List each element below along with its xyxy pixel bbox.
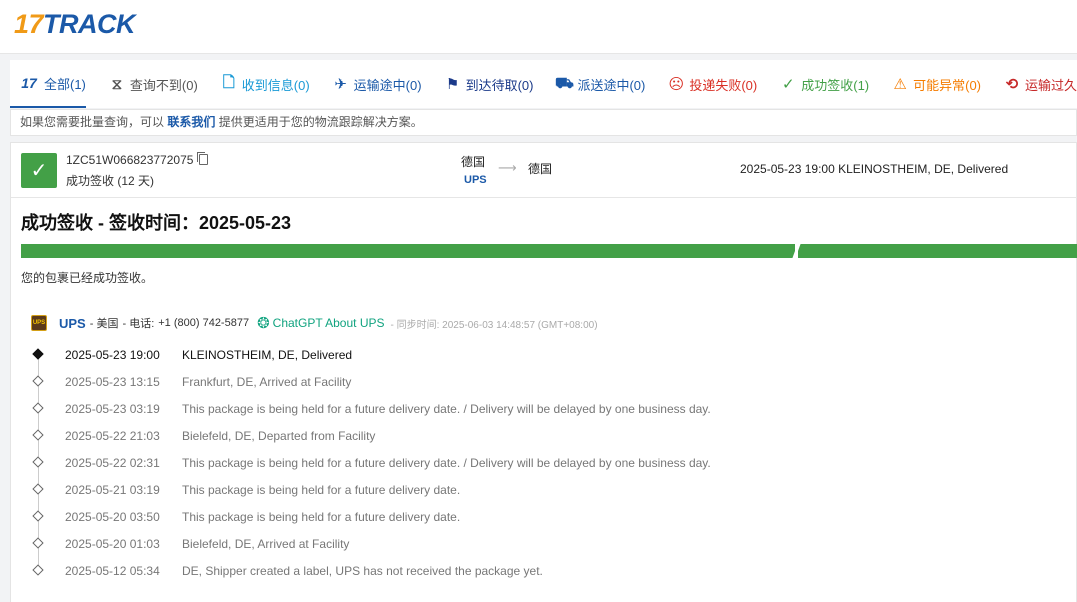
event-description: Bielefeld, DE, Arrived at Facility: [182, 536, 350, 551]
tab-7[interactable]: ✓ 成功签收(1): [779, 60, 869, 108]
sync-time: - 同步时间: 2025-06-03 14:48:57 (GMT+08:00): [390, 319, 598, 331]
carrier-country: - 美国: [89, 318, 119, 330]
chatgpt-about-ups-link[interactable]: ChatGPT About UPS: [273, 316, 385, 330]
phone-label: - 电话:: [122, 318, 155, 330]
event-time: 2025-05-21 03:19: [65, 482, 160, 497]
tracking-number: 1ZC51W066823772075: [66, 152, 209, 167]
tracking-number-text: 1ZC51W066823772075: [66, 153, 194, 167]
carrier-name-link[interactable]: UPS: [59, 316, 86, 331]
event-time: 2025-05-23 13:15: [65, 374, 160, 389]
status-tabs: 17 全部(1) ⧖ 查询不到(0) 🗋 收到信息(0) ✈ 运输途中(0) ⚑ 到达待取(0) ⛟…: [10, 60, 1077, 108]
tab-label: 运输过久(0): [1025, 77, 1077, 93]
delivered-check-icon: ✓: [21, 153, 57, 188]
tab-9[interactable]: ⟲ 运输过久(0): [1003, 60, 1077, 108]
event-time: 2025-05-12 05:34: [65, 563, 160, 578]
event-description: KLEINOSTHEIM, DE, Delivered: [182, 347, 353, 362]
event-time: 2025-05-20 01:03: [65, 536, 160, 551]
timeline-dot-icon: [32, 510, 44, 522]
ups-logo-icon: UPS: [31, 315, 47, 331]
progress-segment-2: [798, 244, 1077, 258]
event-description: Bielefeld, DE, Departed from Facility: [182, 428, 376, 443]
tab-icon: ⧖: [111, 75, 123, 93]
tab-icon: ✓: [781, 76, 795, 93]
timeline-dot-icon: [32, 456, 44, 468]
logo-word: TRACK: [43, 9, 136, 39]
last-event-summary: 2025-05-23 19:00 KLEINOSTHEIM, DE, Deliv…: [740, 162, 1009, 176]
status-days: 成功签收 (12 天): [66, 174, 155, 188]
tracking-summary-row[interactable]: ✓ 1ZC51W066823772075 成功签收 (12 天) 德国 UPS …: [11, 143, 1077, 198]
tab-label: 可能异常(0): [913, 77, 982, 93]
timeline-dot-icon: [32, 564, 44, 576]
chatgpt-icon: ❂: [257, 315, 270, 332]
tab-label: 成功签收(1): [801, 77, 870, 93]
tab-label: 运输途中(0): [353, 77, 422, 93]
event-description: This package is being held for a future …: [182, 482, 461, 497]
delivery-title: 成功签收 - 签收时间：2025-05-23: [21, 213, 292, 233]
tab-icon: ⚑: [445, 76, 460, 93]
tab-5[interactable]: ⛟ 派送途中(0): [555, 60, 645, 108]
event-description: This package is being held for a future …: [182, 509, 461, 524]
delivered-message: 您的包裹已经成功签收。: [21, 271, 154, 285]
event-description: This package is being held for a future …: [182, 455, 711, 470]
timeline-dot-icon: [32, 375, 44, 387]
progress-bar: [21, 244, 1077, 258]
event-time: 2025-05-23 19:00: [65, 347, 160, 362]
top-header: 17 TRACK: [0, 0, 1077, 54]
tab-icon: ✈: [334, 76, 347, 93]
tab-label: 查询不到(0): [129, 77, 198, 93]
event-description: Frankfurt, DE, Arrived at Facility: [182, 374, 352, 389]
contact-us-link[interactable]: 联系我们: [167, 115, 215, 129]
event-time: 2025-05-20 03:50: [65, 509, 160, 524]
timeline-dot-icon: [32, 537, 44, 549]
event-time: 2025-05-23 03:19: [65, 401, 160, 416]
tab-icon: ⟲: [1005, 76, 1019, 93]
notice-text-before: 如果您需要批量查询，可以: [20, 115, 168, 129]
progress-segment-1: [21, 244, 795, 258]
tracking-card: ✓ 1ZC51W066823772075 成功签收 (12 天) 德国 UPS …: [10, 142, 1077, 602]
tab-icon: 🗋: [222, 73, 235, 91]
tab-1[interactable]: ⧖ 查询不到(0): [108, 60, 198, 108]
tab-8[interactable]: ⚠ 可能异常(0): [891, 60, 981, 108]
tab-icon: ☹: [668, 76, 685, 93]
event-description: This package is being held for a future …: [182, 401, 711, 416]
tab-4[interactable]: ⚑ 到达待取(0): [444, 60, 534, 108]
tab-0[interactable]: 17 全部(1): [10, 60, 86, 108]
tab-2[interactable]: 🗋 收到信息(0): [220, 60, 310, 108]
timeline-dot-icon: [32, 402, 44, 414]
carrier-phone: +1 (800) 742-5877: [158, 317, 250, 329]
carrier-short-label: UPS: [464, 174, 487, 186]
event-time: 2025-05-22 02:31: [65, 455, 160, 470]
batch-notice: 如果您需要批量查询，可以 联系我们 提供更适用于您的物流跟踪解决方案。: [10, 109, 1077, 136]
carrier-info-row: UPS UPS - 美国 - 电话: +1 (800) 742-5877 ❂ C…: [31, 313, 598, 333]
event-description: DE, Shipper created a label, UPS has not…: [182, 563, 543, 578]
copy-icon[interactable]: [197, 152, 209, 165]
tab-label: 收到信息(0): [241, 77, 310, 93]
tab-label: 全部(1): [44, 76, 86, 92]
timeline-dot-icon: [32, 348, 44, 360]
tab-label: 投递失败(0): [689, 77, 758, 93]
tab-icon: ⚠: [893, 76, 907, 93]
tab-6[interactable]: ☹ 投递失败(0): [667, 60, 758, 108]
notice-text-after: 提供更适用于您的物流跟踪解决方案。: [215, 115, 423, 129]
timeline-dot-icon: [32, 483, 44, 495]
route-arrow-icon: ⟶: [498, 160, 517, 175]
tab-icon: 17: [21, 75, 37, 91]
event-time: 2025-05-22 21:03: [65, 428, 160, 443]
logo-number: 17: [14, 9, 44, 39]
tab-icon: ⛟: [555, 74, 574, 92]
tab-label: 到达待取(0): [465, 77, 534, 93]
tab-label: 派送途中(0): [577, 77, 646, 93]
logo-17track[interactable]: 17 TRACK: [14, 9, 136, 39]
tab-3[interactable]: ✈ 运输途中(0): [332, 60, 422, 108]
origin-country: 德国: [461, 155, 486, 169]
timeline-dot-icon: [32, 429, 44, 441]
destination-country: 德国: [528, 162, 553, 176]
